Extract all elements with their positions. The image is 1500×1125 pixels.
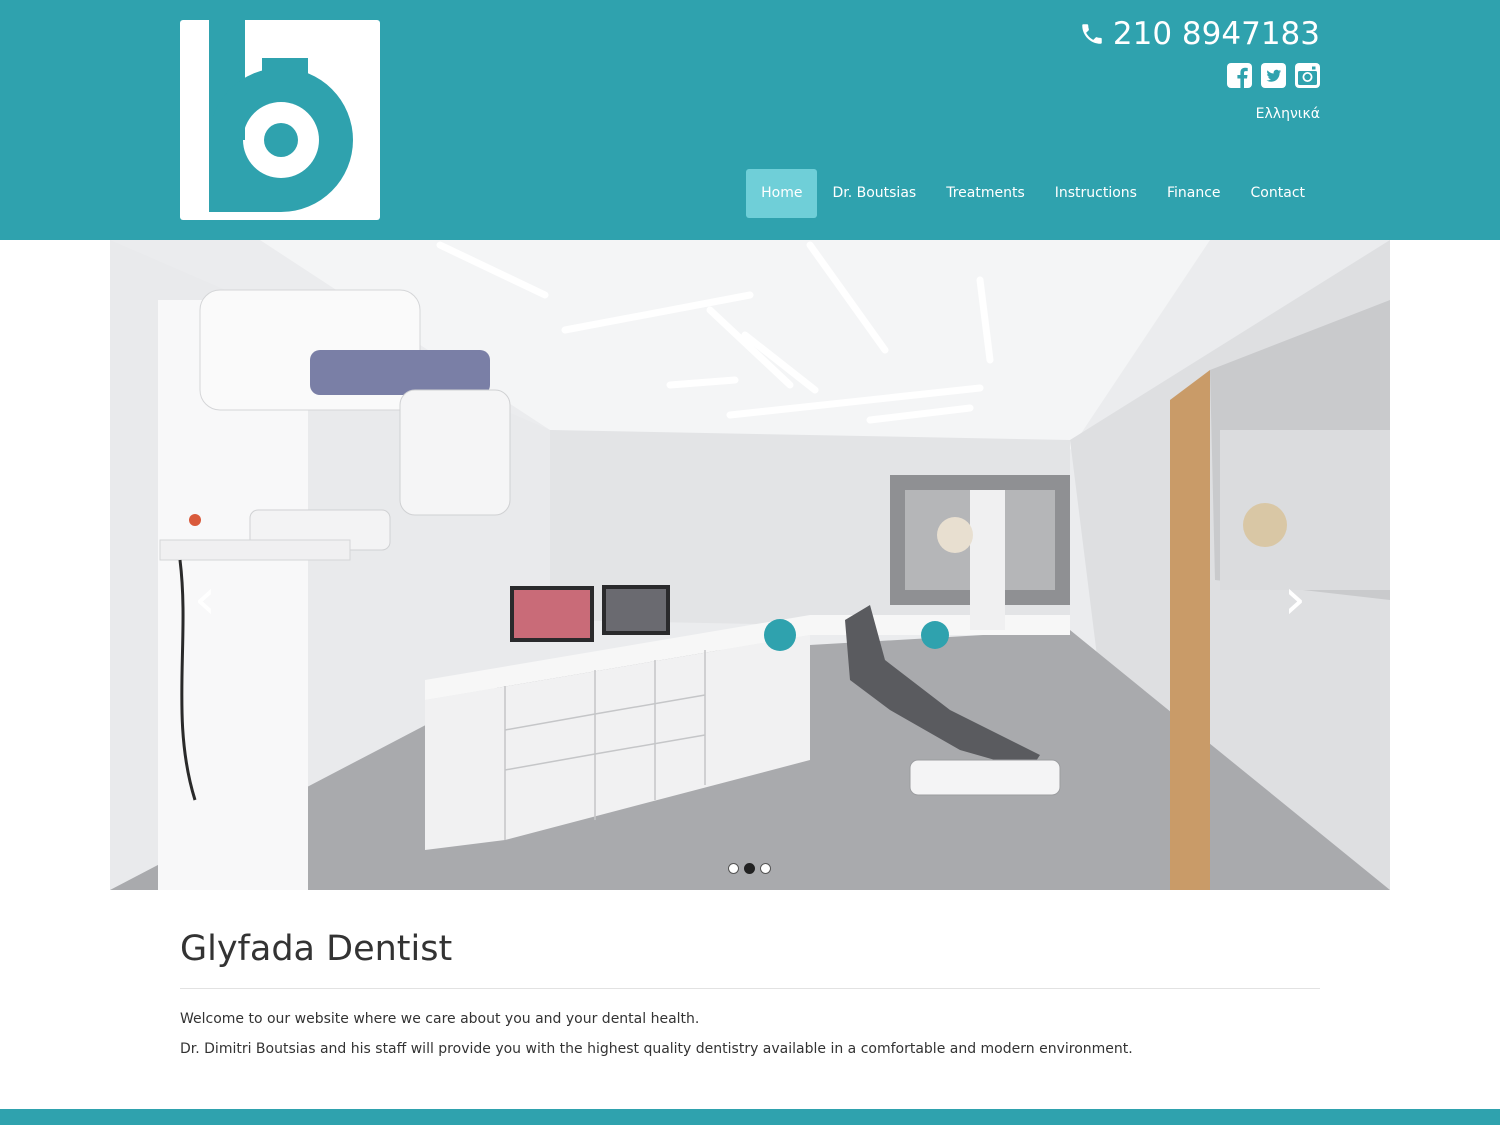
nav-item-finance[interactable]: Finance <box>1152 169 1236 218</box>
dental-office-photo <box>110 240 1390 890</box>
carousel-indicator-2[interactable] <box>744 863 755 874</box>
nav-item-contact[interactable]: Contact <box>1236 169 1320 218</box>
phone-number[interactable]: 210 8947183 <box>1079 16 1320 52</box>
facebook-square-icon[interactable] <box>1227 63 1252 88</box>
site-logo[interactable] <box>180 20 380 220</box>
phone-number-text: 210 8947183 <box>1112 16 1320 52</box>
carousel-indicators <box>728 863 771 874</box>
nav-item-dr-boutsias[interactable]: Dr. Boutsias <box>817 169 931 218</box>
site-header: 210 8947183 Ελληνικά Home Dr. Boutsias T… <box>0 0 1500 240</box>
site-footer <box>0 1109 1500 1125</box>
social-links <box>1227 63 1320 88</box>
description-paragraph: Dr. Dimitri Boutsias and his staff will … <box>180 1041 1133 1057</box>
carousel-indicator-1[interactable] <box>728 863 739 874</box>
nav-item-treatments[interactable]: Treatments <box>931 169 1040 218</box>
nav-item-home[interactable]: Home <box>746 169 818 218</box>
carousel-next-button[interactable]: › <box>1275 570 1315 630</box>
nav-item-instructions[interactable]: Instructions <box>1040 169 1152 218</box>
image-carousel[interactable]: ‹ › <box>110 240 1390 890</box>
main-nav: Home Dr. Boutsias Treatments Instruction… <box>746 169 1320 218</box>
phone-icon <box>1082 24 1102 44</box>
page-title: Glyfada Dentist <box>180 920 1320 989</box>
instagram-icon[interactable] <box>1295 63 1320 88</box>
twitter-square-icon[interactable] <box>1261 63 1286 88</box>
carousel-indicator-3[interactable] <box>760 863 771 874</box>
language-switch[interactable]: Ελληνικά <box>1256 106 1320 122</box>
intro-paragraph: Welcome to our website where we care abo… <box>180 1011 700 1027</box>
main-content: Glyfada Dentist Welcome to our website w… <box>180 920 1320 1059</box>
carousel-prev-button[interactable]: ‹ <box>185 570 225 630</box>
